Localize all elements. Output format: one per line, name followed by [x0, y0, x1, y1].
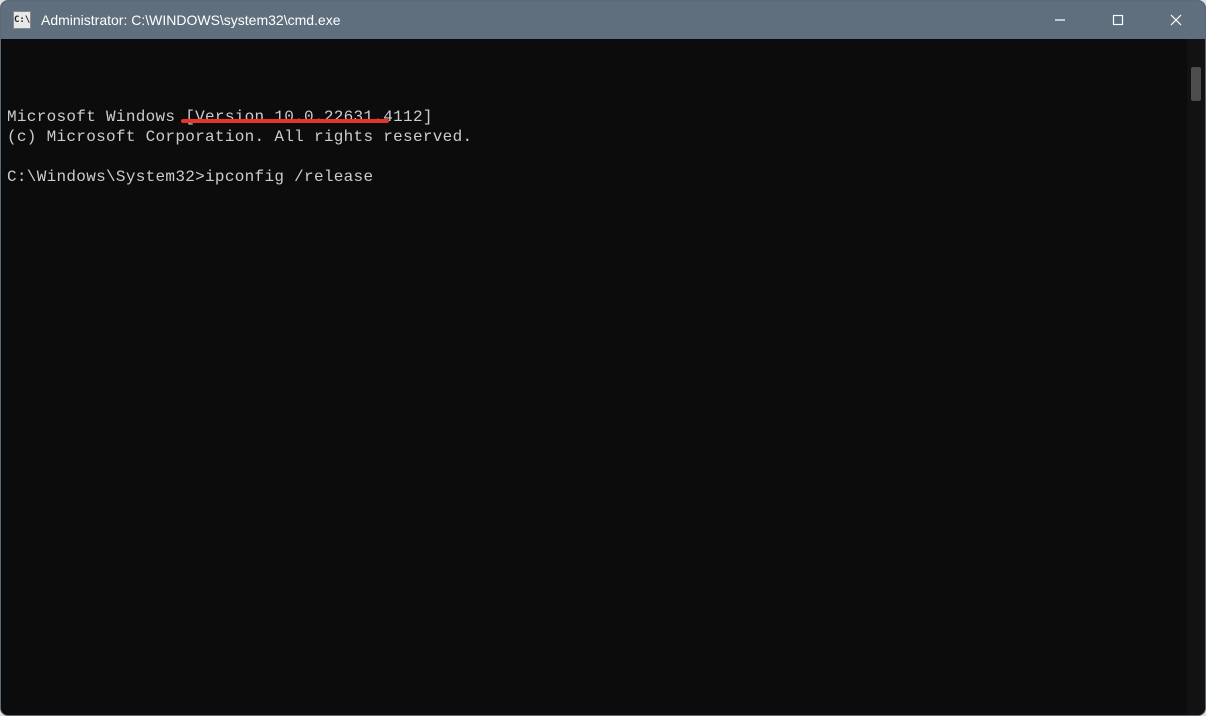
- minimize-button[interactable]: [1031, 1, 1089, 39]
- cmd-icon: C:\: [13, 11, 31, 29]
- terminal-line: (c) Microsoft Corporation. All rights re…: [7, 127, 1181, 147]
- cmd-window: C:\ Administrator: C:\WINDOWS\system32\c…: [0, 0, 1206, 716]
- terminal-line: C:\Windows\System32>ipconfig /release: [7, 167, 1181, 187]
- terminal-line: [7, 147, 1181, 167]
- minimize-icon: [1054, 14, 1066, 26]
- scrollbar-thumb[interactable]: [1191, 67, 1201, 101]
- terminal-area: Microsoft Windows [Version 10.0.22631.41…: [1, 39, 1205, 715]
- maximize-icon: [1112, 14, 1124, 26]
- terminal-output[interactable]: Microsoft Windows [Version 10.0.22631.41…: [1, 39, 1187, 715]
- annotation-underline: [181, 119, 389, 123]
- maximize-button[interactable]: [1089, 1, 1147, 39]
- scrollbar-track[interactable]: [1187, 39, 1205, 715]
- window-title: Administrator: C:\WINDOWS\system32\cmd.e…: [41, 12, 1031, 28]
- close-button[interactable]: [1147, 1, 1205, 39]
- close-icon: [1170, 14, 1182, 26]
- terminal-line: Microsoft Windows [Version 10.0.22631.41…: [7, 107, 1181, 127]
- window-controls: [1031, 1, 1205, 39]
- titlebar[interactable]: C:\ Administrator: C:\WINDOWS\system32\c…: [1, 1, 1205, 39]
